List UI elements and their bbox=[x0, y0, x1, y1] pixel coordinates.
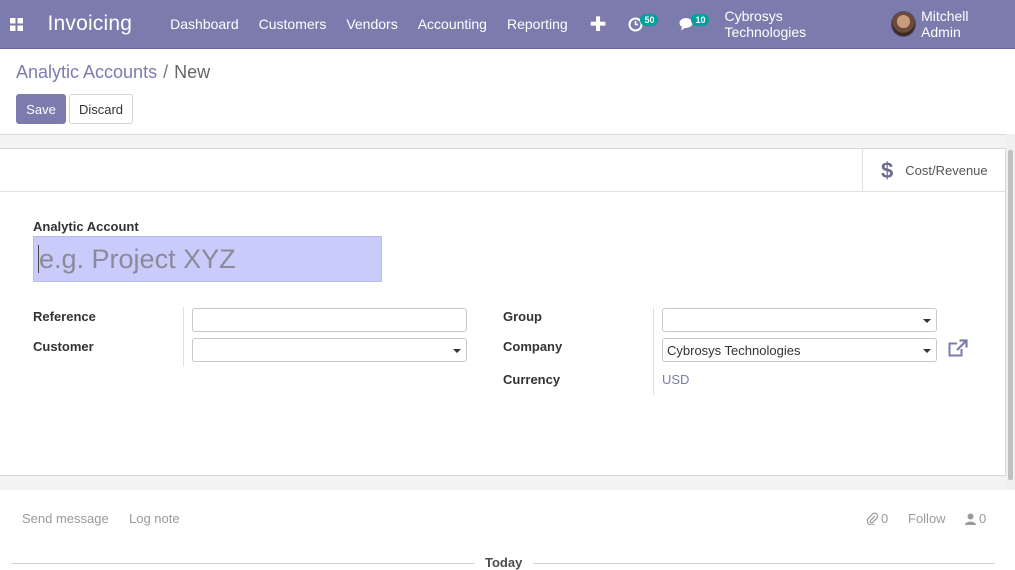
user-icon bbox=[965, 513, 976, 525]
log-note-button[interactable]: Log note bbox=[129, 511, 180, 526]
systray: 50 10 Cybrosys Technologies Mitchell Adm… bbox=[618, 0, 1015, 49]
group-select[interactable] bbox=[662, 308, 937, 332]
avatar bbox=[890, 11, 917, 37]
send-message-button[interactable]: Send message bbox=[22, 511, 109, 526]
apps-menu-icon[interactable] bbox=[0, 0, 33, 49]
form-sheet: $ Cost/Revenue Analytic Account e.g. Pro… bbox=[0, 148, 1006, 476]
menu-accounting[interactable]: Accounting bbox=[408, 0, 497, 49]
breadcrumb-parent-link[interactable]: Analytic Accounts bbox=[16, 62, 157, 83]
discard-button[interactable]: Discard bbox=[69, 94, 133, 124]
date-separator-today: Today bbox=[485, 555, 523, 570]
scrollbar-thumb[interactable] bbox=[1008, 150, 1013, 480]
message-count-badge: 10 bbox=[691, 13, 710, 26]
group-label: Group bbox=[503, 309, 542, 324]
user-name: Mitchell Admin bbox=[921, 8, 969, 40]
breadcrumb: Analytic Accounts / New bbox=[16, 62, 210, 83]
name-placeholder: e.g. Project XYZ bbox=[39, 243, 236, 274]
follow-button[interactable]: Follow bbox=[908, 511, 946, 526]
followers-button[interactable]: 0 bbox=[965, 511, 986, 526]
user-menu[interactable]: Mitchell Admin bbox=[877, 0, 1015, 49]
menu-vendors[interactable]: Vendors bbox=[336, 0, 407, 49]
breadcrumb-separator: / bbox=[163, 62, 169, 82]
plus-icon[interactable]: ✚ bbox=[578, 0, 619, 49]
attachments-button[interactable]: 0 bbox=[866, 511, 888, 526]
menu-customers[interactable]: Customers bbox=[249, 0, 337, 49]
paperclip-icon bbox=[866, 512, 878, 525]
button-box: $ Cost/Revenue bbox=[0, 149, 1005, 192]
customer-label: Customer bbox=[33, 339, 94, 354]
external-link-icon[interactable] bbox=[948, 339, 968, 357]
app-title[interactable]: Invoicing bbox=[47, 12, 132, 36]
followers-count: 0 bbox=[979, 511, 987, 526]
breadcrumb-current: New bbox=[174, 62, 211, 82]
date-separator-line-left bbox=[12, 563, 474, 564]
company-label: Company bbox=[503, 339, 563, 354]
cost-revenue-button[interactable]: $ Cost/Revenue bbox=[862, 149, 1005, 192]
analytic-account-name-input[interactable]: e.g. Project XYZ bbox=[33, 236, 382, 282]
menu-reporting[interactable]: Reporting bbox=[497, 0, 578, 49]
currency-value[interactable]: USD bbox=[662, 372, 689, 387]
dollar-icon: $ bbox=[881, 157, 894, 183]
save-button[interactable]: Save bbox=[16, 94, 66, 124]
customer-select[interactable] bbox=[192, 338, 467, 362]
right-group-divider bbox=[653, 307, 654, 395]
company-switcher[interactable]: Cybrosys Technologies bbox=[712, 0, 876, 49]
chevron-down-icon bbox=[453, 349, 461, 353]
date-separator-line-right bbox=[533, 563, 995, 564]
company-value: Cybrosys Technologies bbox=[667, 342, 801, 358]
analytic-account-label: Analytic Account bbox=[33, 219, 139, 234]
activity-count-badge: 50 bbox=[640, 13, 659, 26]
top-navbar: Invoicing Dashboard Customers Vendors Ac… bbox=[0, 0, 1015, 49]
cost-revenue-label: Cost/Revenue bbox=[905, 163, 988, 178]
reference-input[interactable] bbox=[192, 308, 467, 332]
chevron-down-icon bbox=[923, 319, 931, 323]
menu-dashboard[interactable]: Dashboard bbox=[160, 0, 249, 49]
attachments-count: 0 bbox=[881, 511, 889, 526]
reference-label: Reference bbox=[33, 309, 96, 324]
left-group-divider bbox=[183, 307, 184, 367]
activity-menu[interactable]: 50 bbox=[618, 0, 659, 49]
currency-label: Currency bbox=[503, 372, 561, 387]
main-menu: Dashboard Customers Vendors Accounting R… bbox=[160, 0, 618, 49]
messaging-menu[interactable]: 10 bbox=[669, 0, 710, 49]
company-select[interactable]: Cybrosys Technologies bbox=[662, 338, 937, 362]
chevron-down-icon bbox=[923, 349, 931, 353]
